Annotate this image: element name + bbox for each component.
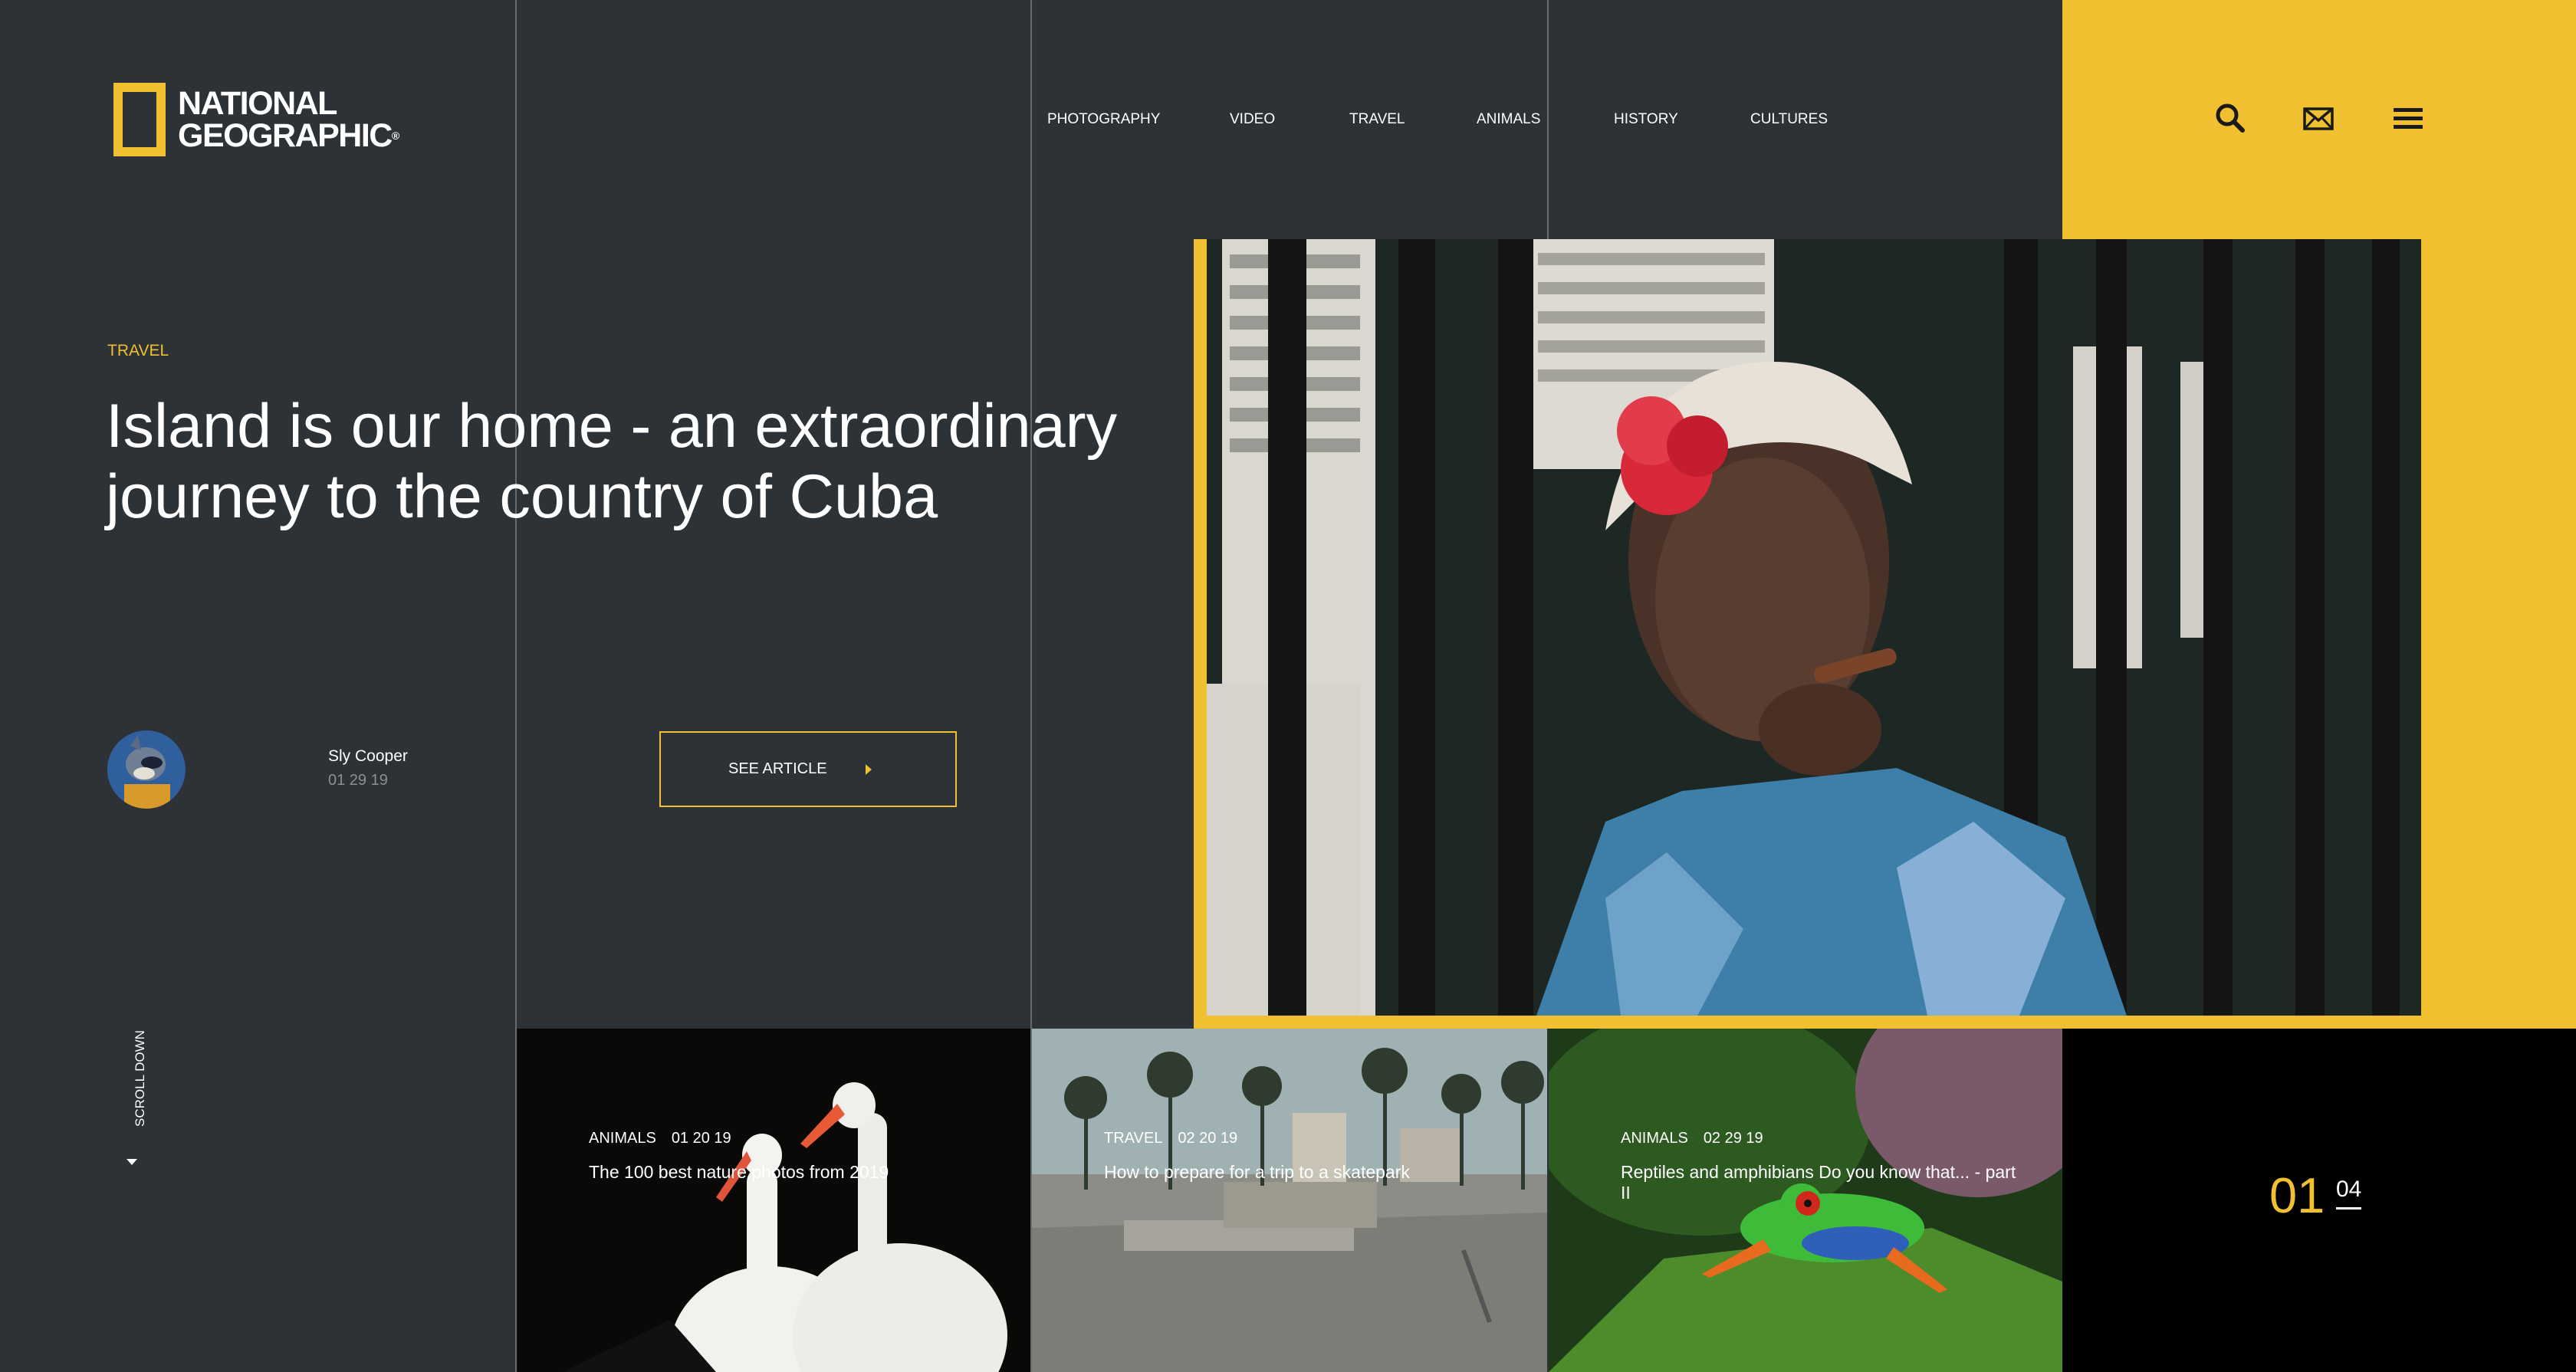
card-date: 02 20 19 — [1178, 1130, 1238, 1147]
article-card[interactable]: ANIMALS 02 29 19 Reptiles and amphibians … — [1549, 1029, 2062, 1372]
see-article-label: SEE ARTICLE — [728, 760, 827, 777]
menu-icon[interactable] — [2390, 100, 2428, 138]
article-date: 01 29 19 — [328, 772, 388, 789]
card-image — [517, 1029, 1030, 1372]
nav-history[interactable]: HISTORY — [1614, 111, 1678, 128]
author-name[interactable]: Sly Cooper — [328, 747, 408, 766]
registered-mark: ® — [391, 130, 400, 142]
nav-travel[interactable]: TRAVEL — [1349, 111, 1405, 128]
card-category: ANIMALS — [1621, 1130, 1688, 1147]
card-title: How to prepare for a trip to a skatepark — [1104, 1162, 1410, 1182]
card-date: 02 29 19 — [1703, 1130, 1763, 1147]
nav-cultures[interactable]: CULTURES — [1750, 111, 1828, 128]
mail-icon[interactable] — [2300, 100, 2338, 138]
scroll-down[interactable]: SCROLL DOWN — [133, 1027, 148, 1142]
hero-category[interactable]: TRAVEL — [107, 342, 169, 360]
nav-photography[interactable]: PHOTOGRAPHY — [1047, 111, 1160, 128]
search-icon[interactable] — [2212, 100, 2250, 138]
logo[interactable]: NATIONAL GEOGRAPHIC® — [113, 83, 399, 156]
author-avatar[interactable] — [107, 730, 186, 809]
see-article-button[interactable]: SEE ARTICLE — [659, 731, 957, 807]
hero-image[interactable] — [1207, 239, 2421, 1016]
logo-line1: NATIONAL — [178, 85, 337, 122]
card-date: 01 20 19 — [671, 1130, 731, 1147]
grid-line — [1547, 0, 1549, 239]
arrow-right-icon — [865, 763, 872, 775]
card-image — [1032, 1029, 1547, 1372]
caret-down-icon[interactable] — [126, 1157, 138, 1167]
slide-pager[interactable]: 01 04 — [2062, 1029, 2576, 1372]
logo-frame-icon — [113, 83, 166, 156]
pager-total: 04 — [2336, 1177, 2362, 1210]
nav-animals[interactable]: ANIMALS — [1477, 111, 1540, 128]
scroll-down-label: SCROLL DOWN — [133, 1030, 147, 1127]
pager-current: 01 — [2269, 1167, 2325, 1223]
nav-video[interactable]: VIDEO — [1230, 111, 1275, 128]
card-category: ANIMALS — [589, 1130, 656, 1147]
hero-title[interactable]: Island is our home - an extraordinary jo… — [106, 391, 1194, 532]
card-title: The 100 best nature photos from 2019 — [589, 1162, 889, 1182]
article-card[interactable]: ANIMALS 01 20 19 The 100 best nature phot… — [517, 1029, 1030, 1372]
article-card[interactable]: TRAVEL 02 20 19 How to prepare for a trip… — [1032, 1029, 1547, 1372]
card-category: TRAVEL — [1104, 1130, 1163, 1147]
card-title: Reptiles and amphibians Do you know that… — [1621, 1162, 2016, 1203]
logo-line2: GEOGRAPHIC — [178, 117, 393, 154]
